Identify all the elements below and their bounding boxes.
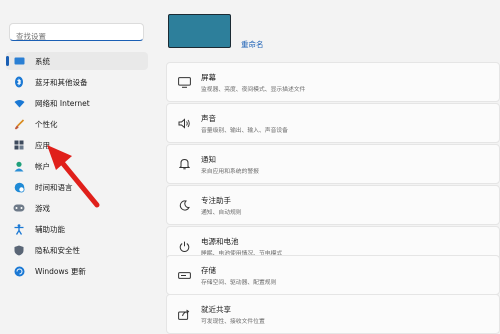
globe-clock-icon [13,181,25,193]
settings-card-display[interactable]: 屏幕 监视器、亮度、夜间模式、显示描述文件 [166,62,500,102]
display-icon [177,75,191,89]
sidebar-item-label: 帐户 [35,161,50,171]
sidebar-item-label: 隐私和安全性 [35,245,80,255]
sidebar-item-label: 蓝牙和其他设备 [35,77,88,87]
card-title: 声音 [201,114,216,123]
card-description: 可发现性、接收文件位置 [201,319,265,325]
bluetooth-icon [13,76,25,88]
card-description: 监视器、亮度、夜间模式、显示描述文件 [201,87,306,93]
moon-icon [177,198,191,212]
search-input[interactable] [10,28,143,45]
settings-card-storage[interactable]: 存储 存储空间、驱动器、配置规则 [166,255,500,295]
sidebar-item-label: Windows 更新 [35,266,86,276]
sidebar-item-time-language[interactable]: 时间和语言 [6,178,148,196]
share-icon [177,307,191,321]
sidebar-item-gaming[interactable]: 游戏 [6,199,148,217]
search-box[interactable] [9,23,144,45]
card-title: 屏幕 [201,73,216,82]
sidebar-item-bluetooth[interactable]: 蓝牙和其他设备 [6,73,148,91]
wifi-icon [13,97,25,109]
card-description: 通知、自动规则 [201,210,242,216]
sidebar-item-system[interactable]: 系统 [6,52,148,70]
settings-card-notifications[interactable]: 通知 来自应用和系统的警报 [166,144,500,184]
card-title: 通知 [201,155,216,164]
card-title: 就近共享 [201,305,231,314]
sidebar-item-label: 个性化 [35,119,58,129]
sidebar-item-label: 系统 [35,56,50,66]
windows-update-icon [13,265,25,277]
settings-card-focus-assist[interactable]: 专注助手 通知、自动规则 [166,185,500,225]
accessibility-icon [13,223,25,235]
sidebar-item-network[interactable]: 网络和 Internet [6,94,148,112]
power-icon [177,239,191,253]
account-avatar-fragment: ▔▔ [12,0,30,8]
speaker-icon [177,116,191,130]
device-image [168,14,231,48]
sidebar-item-apps[interactable]: 应用 [6,136,148,154]
sidebar-item-label: 时间和语言 [35,182,73,192]
sidebar-item-privacy[interactable]: 隐私和安全性 [6,241,148,259]
sidebar-item-label: 应用 [35,140,50,150]
apps-icon [13,139,25,151]
card-description: 存储空间、驱动器、配置规则 [201,280,277,286]
sidebar-item-accounts[interactable]: 帐户 [6,157,148,175]
gamepad-icon [13,202,25,214]
sidebar-item-label: 游戏 [35,203,50,213]
sidebar-item-accessibility[interactable]: 辅助功能 [6,220,148,238]
card-description: 来自应用和系统的警报 [201,169,259,175]
sidebar-item-personalization[interactable]: 个性化 [6,115,148,133]
monitor-icon [13,55,25,67]
rename-link[interactable]: 重命名 [241,39,264,50]
card-title: 电源和电池 [201,237,239,246]
sidebar-item-windows-update[interactable]: Windows 更新 [6,262,148,280]
bell-icon [177,157,191,171]
brush-icon [13,118,25,130]
active-indicator [6,56,9,66]
storage-icon [177,268,191,282]
sidebar: ▔▔ 系统 蓝牙和其他设备 网络和 Internet 个性化 应用 [0,0,158,315]
shield-icon [13,244,25,256]
card-description: 音量级别、输出、输入、声音设备 [201,128,288,134]
sidebar-item-label: 辅助功能 [35,224,65,234]
settings-card-sound[interactable]: 声音 音量级别、输出、输入、声音设备 [166,103,500,143]
card-title: 存储 [201,266,216,275]
settings-card-nearby-sharing[interactable]: 就近共享 可发现性、接收文件位置 [166,294,500,334]
sidebar-item-label: 网络和 Internet [35,98,90,108]
account-icon [13,160,25,172]
card-title: 专注助手 [201,196,231,205]
